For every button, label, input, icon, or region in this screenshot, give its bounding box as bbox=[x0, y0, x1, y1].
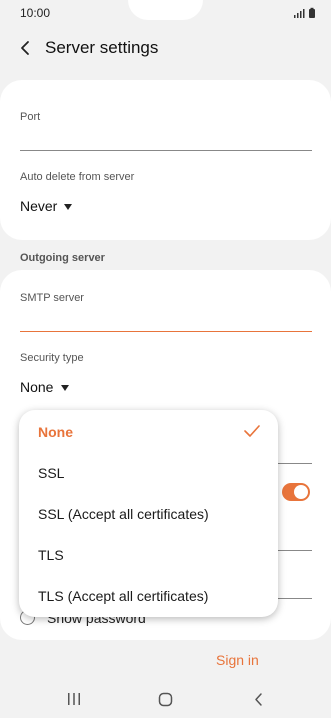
back-arrow-icon bbox=[21, 41, 29, 55]
signal-icon bbox=[294, 7, 315, 18]
dropdown-option-ssl[interactable]: SSL bbox=[19, 453, 278, 493]
auto-delete-label: Auto delete from server bbox=[20, 171, 135, 183]
security-type-label: Security type bbox=[20, 352, 84, 364]
recent-apps-icon[interactable] bbox=[66, 692, 82, 706]
status-icons bbox=[292, 6, 318, 18]
navigation-bar bbox=[0, 690, 331, 718]
page-title: Server settings bbox=[45, 38, 159, 57]
back-nav-icon[interactable] bbox=[252, 692, 266, 707]
password-field[interactable] bbox=[278, 598, 312, 599]
check-icon bbox=[244, 425, 260, 437]
auto-delete-value: Never bbox=[20, 198, 58, 214]
smtp-server-label: SMTP server bbox=[20, 292, 84, 304]
dropdown-option-tls-accept-all[interactable]: TLS (Accept all certificates) bbox=[19, 576, 278, 616]
option-label: TLS (Accept all certificates) bbox=[38, 588, 209, 604]
port-label: Port bbox=[20, 111, 41, 123]
security-type-select[interactable]: None bbox=[20, 378, 80, 398]
smtp-server-field[interactable] bbox=[20, 331, 312, 332]
option-label: TLS bbox=[38, 547, 64, 563]
dropdown-arrow-icon bbox=[61, 385, 69, 391]
dropdown-arrow-icon bbox=[64, 204, 72, 210]
sign-in-button[interactable]: Sign in bbox=[216, 652, 259, 668]
username-field[interactable] bbox=[278, 550, 312, 551]
dropdown-option-tls[interactable]: TLS bbox=[19, 535, 278, 575]
auto-delete-select[interactable]: Never bbox=[20, 197, 80, 217]
security-type-dropdown: None SSL SSL (Accept all certificates) T… bbox=[19, 410, 278, 617]
toggle-knob bbox=[294, 485, 308, 499]
camera-notch bbox=[128, 0, 203, 20]
option-label: None bbox=[38, 424, 73, 440]
outgoing-server-section-title: Outgoing server bbox=[20, 252, 105, 264]
hidden-field-underline bbox=[278, 463, 312, 464]
home-icon[interactable] bbox=[158, 692, 174, 707]
dropdown-option-none[interactable]: None bbox=[19, 412, 278, 452]
option-label: SSL bbox=[38, 465, 65, 481]
status-time: 10:00 bbox=[20, 6, 51, 20]
back-button[interactable] bbox=[14, 36, 38, 60]
port-field[interactable] bbox=[20, 150, 312, 151]
security-type-value: None bbox=[20, 379, 54, 395]
option-label: SSL (Accept all certificates) bbox=[38, 506, 209, 522]
dropdown-option-ssl-accept-all[interactable]: SSL (Accept all certificates) bbox=[19, 494, 278, 534]
